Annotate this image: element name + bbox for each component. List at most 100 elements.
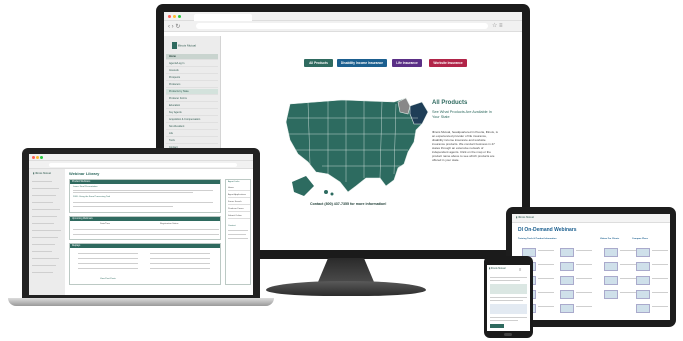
sidebar-item[interactable]: Acquisition & Compensation bbox=[166, 117, 218, 123]
laptop-browser-bar bbox=[29, 154, 253, 161]
alaska-state[interactable] bbox=[292, 176, 314, 196]
monitor-stand-neck bbox=[318, 258, 374, 282]
webinar-thumbnail[interactable] bbox=[636, 304, 650, 313]
hawaii-state[interactable] bbox=[324, 190, 328, 194]
sidebar-line bbox=[32, 244, 55, 245]
us-map[interactable] bbox=[282, 94, 430, 204]
page-title: Webinar Library bbox=[69, 171, 100, 176]
thumbnail-caption-line bbox=[652, 278, 668, 279]
browser-tab[interactable] bbox=[194, 14, 252, 21]
webinar-thumbnail[interactable] bbox=[560, 304, 574, 313]
webinar-thumbnail[interactable] bbox=[604, 290, 618, 299]
maximize-dot-icon[interactable] bbox=[40, 156, 43, 159]
sidebar-item[interactable]: Key Agents bbox=[166, 110, 218, 116]
sidebar-line bbox=[32, 209, 60, 210]
sidebar-item[interactable]: Home bbox=[166, 54, 218, 60]
thumbnail-caption-line bbox=[652, 292, 668, 293]
address-bar-row: ‹ › ↻ ☆ ≡ bbox=[164, 21, 522, 32]
product-webinars-panel: Product Webinars Learn: Final Presentati… bbox=[69, 179, 221, 213]
agent-link[interactable]: Producer Forms bbox=[228, 208, 250, 212]
webinar-thumbnail[interactable] bbox=[560, 276, 574, 285]
thumbnail-caption-line bbox=[620, 292, 636, 293]
back-forward-icon[interactable]: ‹ › ↻ bbox=[168, 23, 180, 30]
webinar-thumbnail[interactable] bbox=[636, 276, 650, 285]
sidebar-line bbox=[32, 223, 54, 224]
webinar-thumbnail[interactable] bbox=[604, 248, 618, 257]
laptop-base bbox=[8, 298, 274, 306]
agent-link[interactable]: Agent Applications bbox=[228, 194, 250, 198]
minimize-dot-icon[interactable] bbox=[173, 15, 176, 18]
sidebar-item[interactable]: Producers bbox=[166, 82, 218, 88]
agent-links-title: Agent Links bbox=[228, 181, 240, 183]
life-insurance-button[interactable]: Life Insurance bbox=[392, 59, 422, 67]
column-header: Compare Plans bbox=[632, 238, 648, 240]
agent-link[interactable]: Home bbox=[228, 187, 250, 191]
url-input[interactable] bbox=[196, 23, 488, 29]
webinar-thumbnail[interactable] bbox=[636, 290, 650, 299]
thumbnail-caption-line bbox=[620, 264, 636, 265]
sidebar-item[interactable]: Producer Forms bbox=[166, 96, 218, 102]
sidebar-line bbox=[32, 258, 59, 259]
url-input[interactable] bbox=[49, 163, 237, 167]
laptop: ▮ Illinois Mutual Webinar Library Produc… bbox=[22, 148, 260, 298]
all-products-button[interactable]: All Products bbox=[304, 59, 333, 67]
northeast-states[interactable] bbox=[409, 101, 429, 125]
agent-link[interactable]: Submit Online bbox=[228, 215, 250, 219]
home-button[interactable] bbox=[504, 333, 512, 336]
view-past-posts-link[interactable]: View Past Posts bbox=[100, 278, 116, 281]
sidebar-item[interactable]: Prospects bbox=[166, 75, 218, 81]
monitor-stand-base bbox=[266, 281, 426, 296]
hamburger-icon[interactable]: ≡ bbox=[519, 267, 521, 272]
contact-line[interactable]: Contact (800) 437-7355 for more informat… bbox=[310, 202, 387, 206]
sidebar-item[interactable]: Education bbox=[166, 103, 218, 109]
column-header: Videos For Clients bbox=[600, 238, 620, 240]
menu-icon[interactable]: ☆ ≡ bbox=[492, 22, 503, 29]
logo: ▮ Illinois Mutual bbox=[489, 267, 506, 270]
sidebar-item[interactable]: Agents/Log In bbox=[166, 61, 218, 67]
webinar-thumbnail[interactable] bbox=[560, 262, 574, 271]
sidebar-item[interactable]: Products by State bbox=[166, 89, 218, 95]
webinar-thumbnail[interactable] bbox=[560, 248, 574, 257]
thumbnail-caption-line bbox=[576, 292, 592, 293]
sidebar-line bbox=[32, 265, 56, 266]
thumbnail-caption-line bbox=[576, 250, 592, 251]
phone-image bbox=[490, 284, 527, 294]
maximize-dot-icon[interactable] bbox=[178, 15, 181, 18]
phone: ▮ Illinois Mutual ≡ bbox=[484, 256, 533, 338]
agent-links-panel: Agent Links Home Agent Applications Forms … bbox=[225, 179, 251, 285]
sidebar-line bbox=[32, 216, 57, 217]
webinar-thumbnail[interactable] bbox=[604, 262, 618, 271]
sidebar-item[interactable]: Non-Resident bbox=[166, 124, 218, 130]
worksite-insurance-button[interactable]: Worksite Insurance bbox=[429, 59, 467, 67]
webinar-thumbnail[interactable] bbox=[636, 262, 650, 271]
phone-button[interactable] bbox=[490, 324, 504, 328]
agent-link[interactable]: Forms Search bbox=[228, 201, 250, 205]
webinar-row[interactable]: 2020: Using the Form Processing Tool bbox=[73, 196, 110, 199]
thumbnail-caption-line bbox=[652, 264, 668, 265]
laptop-address-bar bbox=[29, 161, 253, 169]
content-subheading: See What Products Are Available In Your … bbox=[432, 110, 492, 119]
thumbnail-caption-line bbox=[538, 250, 554, 251]
webinar-thumbnail[interactable] bbox=[604, 276, 618, 285]
table-header: Registration Status bbox=[160, 223, 179, 225]
thumbnail-caption-line bbox=[652, 250, 668, 251]
close-dot-icon[interactable] bbox=[168, 15, 171, 18]
panel-title: Product Webinars bbox=[70, 180, 220, 184]
sidebar-line bbox=[32, 272, 53, 273]
disability-income-button[interactable]: Disability Income Insurance bbox=[337, 59, 387, 67]
webinar-row[interactable]: Learn: Final Presentation bbox=[73, 186, 97, 189]
webinar-thumbnail[interactable] bbox=[560, 290, 574, 299]
thumbnail-caption-line bbox=[538, 278, 554, 279]
thumbnail-caption-line bbox=[576, 306, 592, 307]
webinar-thumbnail[interactable] bbox=[636, 248, 650, 257]
hawaii-island[interactable] bbox=[330, 192, 334, 196]
logo: ▮ Illinois Mutual bbox=[33, 172, 51, 175]
sidebar-item[interactable]: Insureds bbox=[166, 68, 218, 74]
replays-panel: Replays View Past Posts bbox=[69, 243, 221, 285]
thumbnail-caption-line bbox=[538, 292, 554, 293]
tablet-header: ▮ Illinois Mutual bbox=[512, 214, 670, 223]
minimize-dot-icon[interactable] bbox=[36, 156, 39, 159]
close-dot-icon[interactable] bbox=[32, 156, 35, 159]
sidebar-item[interactable]: Life bbox=[166, 131, 218, 137]
sidebar-item[interactable]: Tools bbox=[166, 138, 218, 144]
